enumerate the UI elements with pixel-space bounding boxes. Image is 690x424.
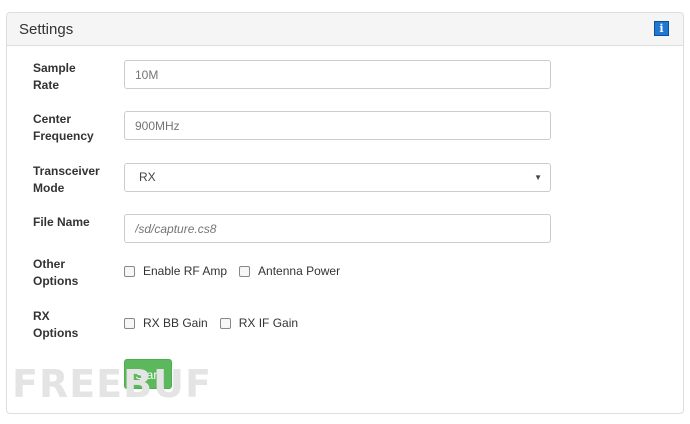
rx-options-checkboxes: RX BB Gain RX IF Gain: [124, 316, 310, 330]
other-options-label-line2: Options: [33, 274, 79, 288]
transceiver-mode-select[interactable]: RX ▼: [124, 163, 551, 192]
panel-title: Settings: [19, 21, 74, 38]
checkbox-icon[interactable]: [219, 317, 231, 329]
sample-rate-input[interactable]: [124, 60, 551, 89]
file-name-label: File Name: [33, 214, 113, 231]
info-icon[interactable]: i: [654, 21, 669, 36]
rx-bb-gain-checkbox[interactable]: RX BB Gain: [124, 316, 208, 330]
checkbox-icon[interactable]: [124, 265, 135, 277]
rx-if-gain-label: RX IF Gain: [238, 316, 299, 330]
sample-rate-label-line2: Rate: [33, 78, 60, 92]
transceiver-mode-label-line2: Mode: [33, 181, 65, 195]
sample-rate-label: Sample Rate: [33, 60, 113, 94]
enable-rf-amp-label: Enable RF Amp: [143, 264, 228, 278]
center-frequency-input[interactable]: [124, 111, 551, 140]
enable-rf-amp-checkbox[interactable]: Enable RF Amp: [124, 264, 227, 278]
panel-heading: Settings i: [7, 13, 683, 46]
center-frequency-label-line1: Center: [33, 112, 72, 126]
sample-rate-label-line1: Sample: [33, 61, 76, 75]
rx-options-label-line2: Options: [33, 326, 79, 340]
transceiver-mode-label-line1: Transceiver: [33, 164, 100, 178]
chevron-down-icon: ▼: [534, 173, 542, 182]
rx-options-label-line1: RX: [33, 309, 50, 323]
rx-if-gain-checkbox[interactable]: RX IF Gain: [219, 316, 299, 330]
other-options-label-line1: Other: [33, 257, 66, 271]
center-frequency-label-line2: Frequency: [33, 129, 94, 143]
other-options-label: Other Options: [33, 256, 113, 290]
start-button[interactable]: Start: [124, 359, 172, 389]
rx-options-label: RX Options: [33, 308, 113, 342]
transceiver-mode-label: Transceiver Mode: [33, 163, 113, 197]
antenna-power-checkbox[interactable]: Antenna Power: [239, 264, 340, 278]
other-options-checkboxes: Enable RF Amp Antenna Power: [124, 264, 352, 278]
file-name-label-text: File Name: [33, 215, 90, 229]
settings-panel: Settings i Sample Rate Center Frequency …: [6, 12, 684, 414]
transceiver-mode-value: RX: [139, 170, 156, 184]
checkbox-icon[interactable]: [239, 265, 251, 277]
rx-bb-gain-label: RX BB Gain: [143, 316, 208, 330]
center-frequency-label: Center Frequency: [33, 111, 113, 145]
checkbox-icon[interactable]: [124, 317, 135, 329]
file-name-input[interactable]: [124, 214, 551, 243]
antenna-power-label: Antenna Power: [258, 264, 341, 278]
